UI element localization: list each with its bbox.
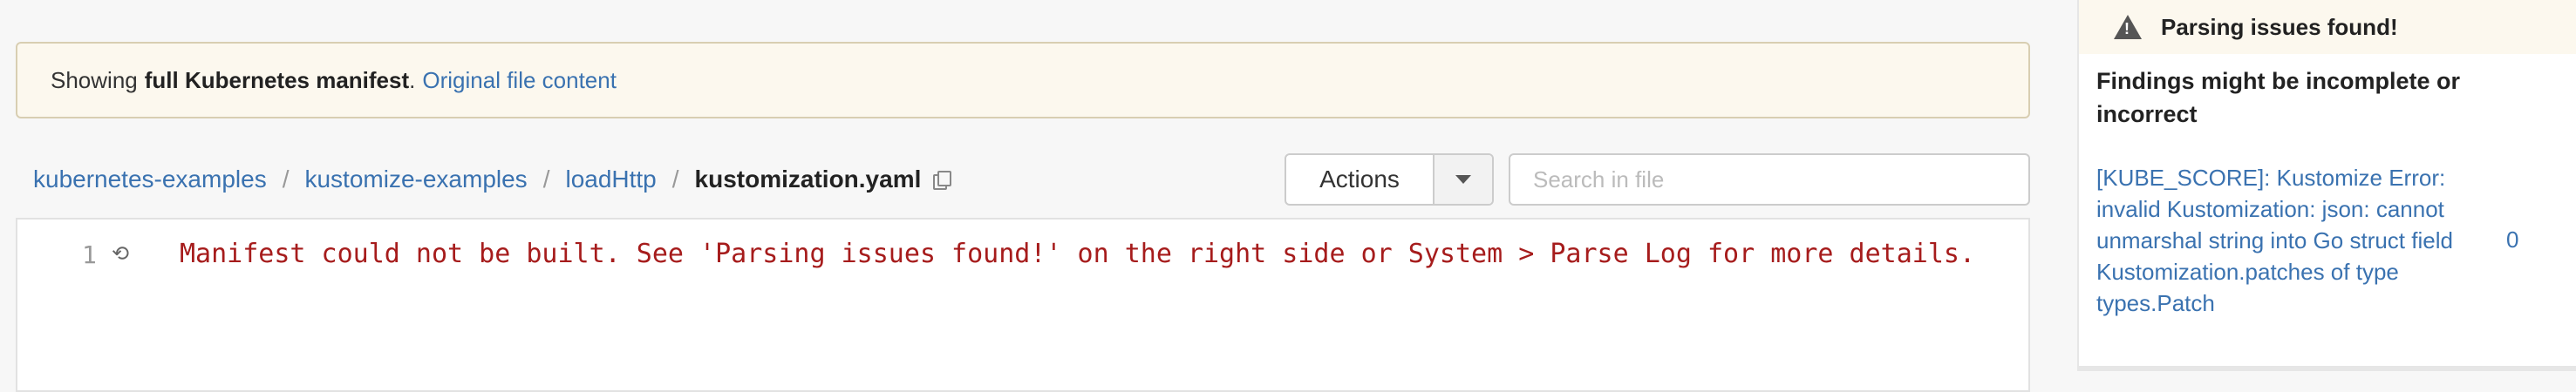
- banner-suffix: .: [409, 66, 416, 93]
- manifest-banner: Showing full Kubernetes manifest . Origi…: [16, 42, 2030, 118]
- breadcrumb-separator: /: [671, 166, 679, 193]
- finding-count: 0: [2506, 226, 2519, 253]
- line-number: 1: [82, 240, 97, 269]
- history-icon[interactable]: ⟲: [112, 244, 133, 265]
- breadcrumb-item-kubernetes-examples[interactable]: kubernetes-examples: [33, 166, 267, 193]
- breadcrumb: kubernetes-examples / kustomize-examples…: [33, 162, 952, 197]
- original-file-link[interactable]: Original file content: [422, 67, 617, 94]
- actions-button[interactable]: Actions: [1286, 155, 1433, 204]
- panel-divider: [2079, 366, 2576, 371]
- banner-prefix: Showing: [51, 66, 138, 93]
- parsing-issues-header: Parsing issues found!: [2079, 0, 2576, 54]
- parsing-issues-panel: Parsing issues found! Findings might be …: [2077, 0, 2576, 371]
- actions-toggle[interactable]: [1433, 155, 1492, 204]
- chevron-down-icon: [1455, 175, 1471, 184]
- banner-bold-text: full Kubernetes manifest: [144, 66, 410, 93]
- search-in-file-input[interactable]: [1509, 153, 2030, 206]
- parsing-issues-title: Parsing issues found!: [2161, 13, 2398, 40]
- code-viewer: 1 ⟲ Manifest could not be built. See 'Pa…: [16, 218, 2030, 392]
- findings-warning: Findings might be incomplete or incorrec…: [2096, 68, 2461, 127]
- breadcrumb-item-kustomize-examples[interactable]: kustomize-examples: [304, 166, 527, 193]
- breadcrumb-separator: /: [542, 166, 550, 193]
- warning-icon: [2114, 15, 2142, 39]
- actions-dropdown[interactable]: Actions: [1285, 153, 1494, 206]
- code-line: Manifest could not be built. See 'Parsin…: [180, 239, 1976, 269]
- copy-icon[interactable]: [933, 171, 952, 190]
- breadcrumb-current-file: kustomization.yaml: [694, 166, 922, 193]
- breadcrumb-separator: /: [282, 166, 290, 193]
- breadcrumb-item-loadhttp[interactable]: loadHttp: [565, 166, 656, 193]
- main-content: Showing full Kubernetes manifest . Origi…: [0, 0, 2053, 392]
- finding-link[interactable]: [KUBE_SCORE]: Kustomize Error: invalid K…: [2096, 162, 2480, 319]
